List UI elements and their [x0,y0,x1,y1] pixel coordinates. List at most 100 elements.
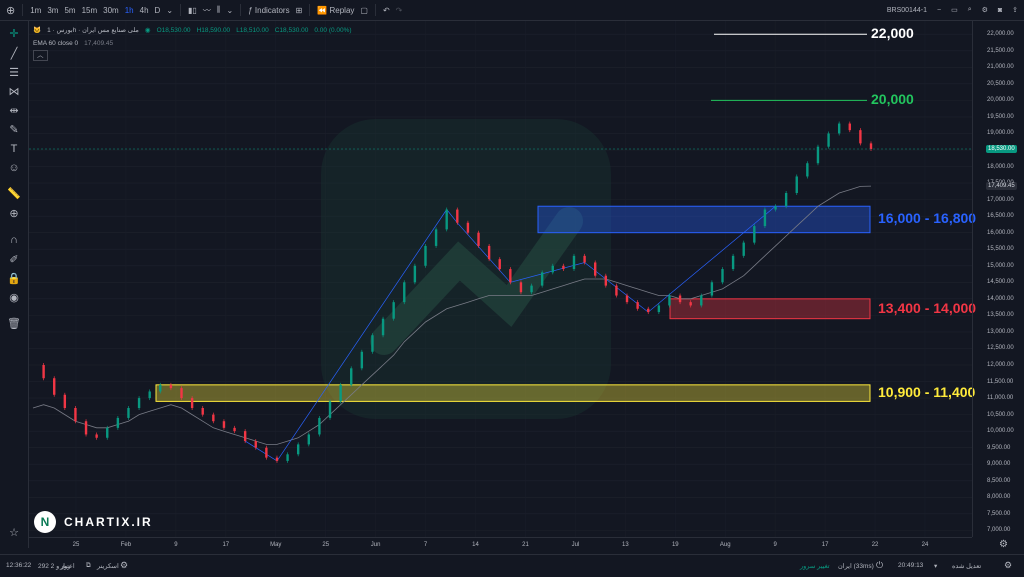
level-label: 22,000 [871,25,914,42]
minus-icon[interactable]: − [937,7,941,14]
candle-body [466,222,470,233]
indicators-button[interactable]: ƒ Indicators [248,6,289,15]
screener-label[interactable]: اسکرینر [97,562,119,570]
candle-body [381,318,385,336]
candle-body [636,302,639,309]
candle-body [678,295,682,303]
price-axis[interactable]: 22,000.00 21,500.00 21,000.00 20,500.00 20,0… [972,21,1024,537]
indicators-icon: ƒ [248,5,253,15]
lock-icon[interactable]: 🔒 [6,272,22,286]
bars-chart-type-icon[interactable]: ⫼ [217,5,221,15]
local-time: 12:36:22 [6,562,32,569]
candle-body [540,272,544,286]
time-label: 7 [423,542,428,548]
price-label: 13,500.00 [987,312,1014,319]
badge-icon[interactable]: ⚙ [120,560,128,571]
publish-icon[interactable]: ⇪ [1012,6,1018,14]
candles-chart-type-icon[interactable]: ▮▯ [188,6,197,15]
prediction-icon[interactable]: ⇹ [6,104,22,118]
candle-body [307,434,310,445]
price-label: 21,500.00 [987,47,1014,54]
line-chart-type-icon[interactable]: 〰 [203,5,211,16]
toggle-icon[interactable]: ⏻ [876,560,883,571]
axis-settings-gear-icon[interactable]: ⚙ [999,539,1008,550]
add-symbol-icon[interactable]: ⊕ [6,4,15,17]
magnet-icon[interactable]: ∩ [6,233,22,247]
layout-icon[interactable]: ▭ [951,6,958,14]
trend-line-icon[interactable]: ╱ [6,47,22,61]
pattern-icon[interactable]: ⋈ [6,85,22,99]
fullscreen-box-icon[interactable]: ▢ [360,6,368,15]
exchange-logo-icon: 🐱 [33,27,42,34]
candle-body [413,265,417,283]
settings-gear-icon[interactable]: ⚙ [982,6,988,14]
stay-drawing-icon[interactable]: ✐ [6,253,22,267]
timezone-icon[interactable]: ▾ [934,562,937,570]
candle-body [615,285,618,296]
time-label: Feb [120,542,132,548]
price-label: 21,000.00 [987,64,1014,71]
interval-1m[interactable]: 1m [30,6,41,15]
legend-ema-row: EMA 60 close 0 17,409.45 [33,37,352,50]
text-icon[interactable]: T [6,142,22,156]
screener-icon[interactable]: ⧉ [86,562,91,570]
zone-box [155,384,871,402]
settings-icon[interactable]: ⚙ [1004,560,1012,571]
zoom-in-icon[interactable]: ⊕ [6,207,22,221]
price-label: 9,500.00 [987,444,1011,451]
drawing-toolbar: ✛ ╱ ☰ ⋈ ⇹ ✎ T ☺ 📏 ⊕ ∩ ✐ 🔒 ◉ 🗑 ☆ [0,21,29,548]
symbol-name[interactable]: BRS00144-1 [887,7,927,14]
candle-body [509,269,512,283]
smiley-icon[interactable]: ☺ [6,161,22,175]
price-label: 17,000.00 [987,196,1014,203]
interval-5m[interactable]: 5m [64,6,75,15]
undo-icon[interactable]: ↶ [383,6,390,15]
brand-logo-icon: N [34,511,56,533]
divider [240,4,242,16]
candle-body [360,351,364,369]
clock: 20:49:13 [898,562,924,569]
chart-canvas[interactable] [29,21,972,537]
replay-button[interactable]: ⏪ Replay [317,6,354,15]
redo-icon[interactable]: ↷ [396,6,403,15]
chart-type-dropdown-icon[interactable]: ⌄ [227,6,234,15]
price-label: 9,000.00 [987,461,1011,468]
candle-body [837,123,841,134]
interval-1h[interactable]: 1h [125,6,134,15]
camera-icon[interactable]: ◙ [998,7,1002,14]
fib-retracement-icon[interactable]: ☰ [6,66,22,80]
eye-icon[interactable]: ◉ [6,291,22,305]
replay-label: Replay [329,5,355,15]
interval-3m[interactable]: 3m [47,6,58,15]
price-label: 16,000.00 [987,229,1014,236]
price-label: 7,000.00 [987,527,1011,534]
ema-label[interactable]: EMA 60 close 0 [33,37,78,50]
candle-body [657,305,661,313]
time-label: 25 [322,542,330,548]
interval-4h[interactable]: 4h [140,6,149,15]
interval-dropdown-icon[interactable]: ⌄ [166,6,173,15]
collapse-legend-icon[interactable]: ︿ [33,50,48,61]
candle-body [169,384,173,389]
change-server-label[interactable]: تغییر سرور [800,562,830,570]
time-label: 25 [72,542,80,548]
interval-d[interactable]: D [155,6,161,15]
indicators-label: Indicators [254,5,290,15]
interval-30m[interactable]: 30m [103,6,119,15]
chart-area[interactable] [29,21,972,537]
candle-body [84,421,88,435]
ruler-icon[interactable]: 📏 [6,187,22,201]
favorites-star-icon[interactable]: ☆ [6,526,22,540]
search-icon[interactable]: ⌕ [968,6,972,14]
candle-body [721,269,724,283]
toolbar-right: BRS00144-1 − ▭ ⌕ ⚙ ◙ ⇪ [887,0,1018,20]
trash-icon[interactable]: 🗑 [6,317,22,331]
layouts-icon[interactable]: ⊞ [296,6,303,15]
time-axis[interactable]: 25 Feb 9 17 May 25 Jun 7 14 21 Jul 13 19 Aug 9 17 22 24 [29,537,972,554]
legend-title[interactable]: بورس · 1h · ملی صنایع مس ایران [47,24,139,37]
brush-icon[interactable]: ✎ [6,123,22,137]
bottom-status-bar: 12:36:22 292 روز و 2 اعتبار ⧉ اسکرینر ⚙ … [0,554,1024,577]
adjusted-label[interactable]: تعدیل شده [952,562,981,570]
crosshair-icon[interactable]: ✛ [6,27,22,41]
interval-15m[interactable]: 15m [82,6,98,15]
